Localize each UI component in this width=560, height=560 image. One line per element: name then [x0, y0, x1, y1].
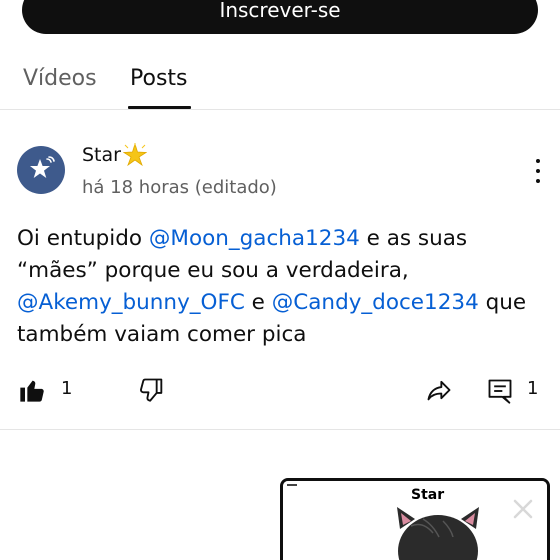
comment-count: 1 [527, 378, 539, 399]
post-text-part: Oi entupido [17, 226, 149, 251]
share-icon[interactable] [424, 376, 454, 404]
post-author[interactable]: Star [82, 143, 147, 167]
mention-link[interactable]: @Candy_doce1234 [272, 290, 479, 315]
mention-link[interactable]: @Moon_gacha1234 [149, 226, 360, 251]
subscribe-button[interactable]: Inscrever-se [22, 0, 538, 34]
post-time: há 18 horas (editado) [82, 177, 277, 198]
comment-icon[interactable] [486, 376, 514, 406]
mention-link[interactable]: @Akemy_bunny_OFC [17, 290, 245, 315]
mini-player-title: Star [411, 487, 445, 503]
post-text-part: e [244, 290, 272, 315]
subscribe-label: Inscrever-se [219, 0, 341, 22]
close-icon[interactable] [511, 497, 535, 521]
tab-videos[interactable]: Vídeos [23, 66, 97, 91]
mini-player[interactable]: Star [280, 478, 550, 560]
thumb-down-icon[interactable] [138, 376, 166, 404]
avatar[interactable] [17, 146, 65, 194]
post-text: Oi entupido @Moon_gacha1234 e as suas “m… [17, 223, 547, 351]
author-name: Star [82, 144, 121, 166]
community-post: Star há 18 horas (editado) Oi entupido @… [0, 110, 560, 430]
glowing-star-icon [122, 143, 147, 167]
channel-tabs: Vídeos Posts [0, 52, 560, 110]
like-count: 1 [61, 378, 73, 399]
star-icon [30, 156, 55, 178]
more-vert-icon[interactable] [528, 158, 548, 184]
post-actions: 1 1 [0, 368, 560, 412]
thumb-up-filled-icon[interactable] [18, 376, 46, 404]
active-tab-indicator [128, 106, 191, 109]
tab-posts[interactable]: Posts [130, 66, 188, 91]
